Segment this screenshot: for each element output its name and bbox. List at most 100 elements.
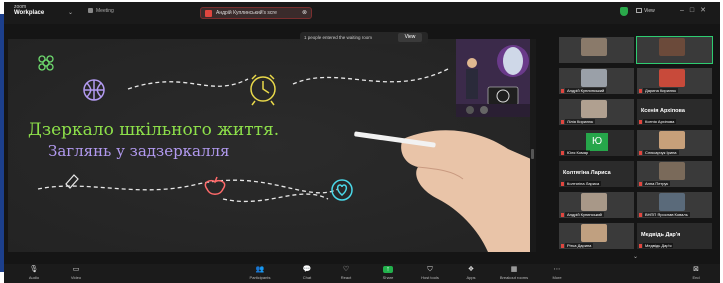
react-icon: ♡ xyxy=(342,266,350,273)
participant-name: Колтягіна Лариса xyxy=(565,181,602,186)
slide-title: Дзеркало шкільного життя. xyxy=(28,120,280,140)
participant-display-name: Медвідь Дар'я xyxy=(641,232,681,238)
participants-icon: 👥 xyxy=(255,266,265,273)
participant-gallery: Андрій Куплинський Дарина Кирилюк Лілія Ки… xyxy=(559,36,720,257)
shield-icon[interactable] xyxy=(620,7,628,16)
screenshot-frame: zoom Workplace ⌄ Meeting Андрій Куплинсь… xyxy=(0,0,723,283)
muted-mic-icon xyxy=(561,89,564,93)
participant-tile[interactable]: Слюсарчук Ірина xyxy=(637,130,712,156)
app-logo[interactable]: zoom Workplace xyxy=(14,4,44,16)
camera-icon: ▭ xyxy=(72,266,80,273)
toolbar-label: Participants xyxy=(249,275,271,280)
muted-mic-icon xyxy=(561,213,564,217)
muted-mic-icon xyxy=(639,120,642,124)
participant-name: Медвідь Дар'я xyxy=(643,243,674,248)
toolbar-label: Chat xyxy=(302,275,312,280)
breakout-rooms-button[interactable]: ▦ Breakout rooms xyxy=(494,266,534,280)
share-status-icon xyxy=(205,10,212,17)
close-icon[interactable]: ⊗ xyxy=(302,9,307,16)
waiting-room-view-button[interactable]: View xyxy=(398,33,422,42)
window-controls[interactable]: –□✕ xyxy=(680,6,712,14)
toolbar-label: Host tools xyxy=(421,275,439,280)
muted-mic-icon xyxy=(639,244,642,248)
participant-tile[interactable]: Ксенія Архіпова Ксенія Архіпова xyxy=(637,99,712,125)
view-label: View xyxy=(644,8,655,14)
participant-tile[interactable]: Андрій Куплинський xyxy=(559,68,634,94)
participant-video xyxy=(659,38,685,56)
participants-button[interactable]: 👥 Participants xyxy=(240,266,280,280)
participant-initial: Ю xyxy=(586,133,608,151)
participant-video xyxy=(581,69,607,87)
view-button[interactable]: View xyxy=(636,8,655,14)
participant-tile[interactable]: Ю Юля Комар xyxy=(559,130,634,156)
participant-tile[interactable]: ВНПП Ярослав Коваль xyxy=(637,192,712,218)
apps-icon: ❖ xyxy=(467,266,475,273)
end-icon: ⊠ xyxy=(693,266,699,273)
waiting-room-message: 1 people entered the waiting room xyxy=(304,35,373,40)
participant-name: Анна Петрук xyxy=(643,181,671,186)
meeting-tag[interactable]: Meeting xyxy=(88,8,114,14)
chat-icon: 💬 xyxy=(302,266,312,273)
basketball-doodle-icon xyxy=(83,79,105,101)
logo-main-text: Workplace xyxy=(14,10,45,16)
zoom-window: zoom Workplace ⌄ Meeting Андрій Куплинсь… xyxy=(4,2,720,283)
more-button[interactable]: ⋯ More xyxy=(537,266,577,280)
react-button[interactable]: ♡ React xyxy=(326,266,366,280)
participant-name: Ксенія Архіпова xyxy=(643,119,677,124)
participant-name: Слюсарчук Ірина xyxy=(643,150,679,155)
toolbar-label: Video xyxy=(70,275,82,280)
share-icon: ↑ xyxy=(383,266,393,273)
participant-video xyxy=(581,224,607,242)
participant-tile[interactable]: Медвідь Дар'я Медвідь Дар'я xyxy=(637,223,712,249)
participant-name: Рітка Дарина xyxy=(565,243,594,248)
participant-tile[interactable]: Анна Петрук xyxy=(637,161,712,187)
muted-mic-icon xyxy=(639,151,642,155)
muted-mic-icon xyxy=(639,213,642,217)
participant-display-name: Колтягіна Лариса xyxy=(563,170,611,176)
chevron-down-icon[interactable]: ⌄ xyxy=(633,253,638,260)
muted-mic-icon xyxy=(561,182,564,186)
muted-mic-icon xyxy=(561,244,564,248)
toolbar-label: Audio xyxy=(28,275,40,280)
mic-icon: 🎙 xyxy=(29,266,39,273)
end-button[interactable]: ⊠ End xyxy=(676,266,716,280)
participant-tile[interactable]: Андрій Купинський xyxy=(559,192,634,218)
toolbar-label: Apps xyxy=(466,275,476,280)
toolbar-label: More xyxy=(552,275,562,280)
video-button[interactable]: ▭ Video xyxy=(56,266,96,280)
participant-tile[interactable]: Дарина Кирилюк xyxy=(637,68,712,94)
participant-video xyxy=(659,69,685,87)
participant-tile[interactable]: Лілія Кирилюк xyxy=(559,99,634,125)
participant-video xyxy=(581,193,607,211)
chat-button[interactable]: 💬 Chat xyxy=(287,266,327,280)
participant-tile[interactable] xyxy=(559,37,634,63)
grid-icon xyxy=(636,8,642,14)
shared-screen: Дзеркало шкільного життя. Заглянь у задз… xyxy=(8,39,531,252)
toolbar-label: Share xyxy=(382,275,394,280)
participant-video xyxy=(581,100,607,118)
participant-name: Дарина Кирилюк xyxy=(643,88,679,93)
participant-name: ВНПП Ярослав Коваль xyxy=(643,212,690,217)
share-notice-text: Андрій Куплинський's scre xyxy=(216,10,277,16)
muted-mic-icon xyxy=(561,120,564,124)
participant-tile[interactable]: Рітка Дарина xyxy=(559,223,634,249)
participant-tile[interactable] xyxy=(636,36,713,64)
host-tools-icon: ⛉ xyxy=(427,266,433,273)
participant-tile[interactable]: Колтягіна Лариса Колтягіна Лариса xyxy=(559,161,634,187)
participant-name: Лілія Кирилюк xyxy=(565,119,596,124)
toolbar-label: React xyxy=(340,275,352,280)
participant-video xyxy=(659,131,685,149)
screen-share-indicator[interactable]: Андрій Куплинський's scre ⊗ xyxy=(200,7,312,19)
audio-button[interactable]: 🎙 Audio xyxy=(14,266,54,280)
splitter-handle[interactable] xyxy=(530,39,536,252)
apps-button[interactable]: ❖ Apps xyxy=(451,266,491,280)
participant-video xyxy=(659,162,685,180)
host-tools-button[interactable]: ⛉ Host tools xyxy=(410,266,450,280)
slide-subtitle: Заглянь у задзеркалля xyxy=(48,142,230,160)
meeting-icon xyxy=(88,8,93,14)
participant-name: Юля Комар xyxy=(565,150,591,155)
meeting-label: Meeting xyxy=(96,8,114,14)
share-button[interactable]: ↑ Share xyxy=(368,266,408,280)
chevron-down-icon[interactable]: ⌄ xyxy=(68,9,73,16)
muted-mic-icon xyxy=(561,151,564,155)
